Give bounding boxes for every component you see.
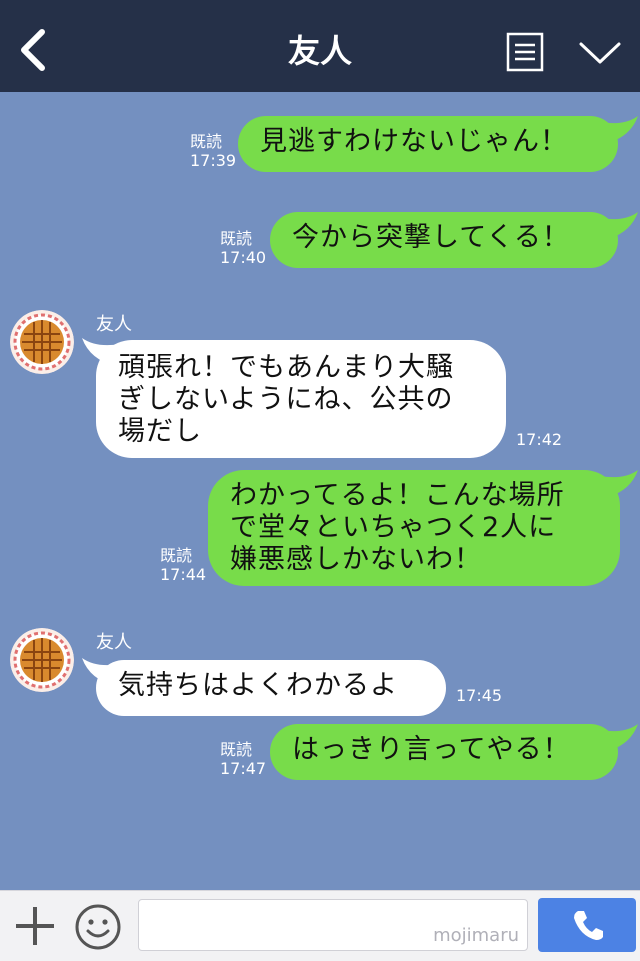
message-bubble[interactable]: はっきり言ってやる！ <box>270 724 618 780</box>
message-bubble[interactable]: 気持ちはよくわかるよ <box>96 660 446 716</box>
read-receipt: 既読 17:39 <box>190 132 237 170</box>
watermark: mojimaru <box>433 925 519 946</box>
message-bubble[interactable]: 今から突撃してくる！ <box>270 212 618 268</box>
list-icon[interactable] <box>506 32 544 72</box>
sender-name: 友人 <box>96 632 132 653</box>
chat-area[interactable]: 既読 17:39 見逃すわけないじゃん！ 既読 17:40 今から突撃してくる！ 友… <box>0 92 640 890</box>
chat-title: 友人 <box>287 32 352 70</box>
avatar[interactable] <box>10 628 74 692</box>
smile-icon[interactable] <box>74 903 122 951</box>
message-bubble[interactable]: 頑張れ！でもあんまり大騒 ぎしないようにね、公共の 場だし <box>96 340 506 458</box>
avatar[interactable] <box>10 310 74 374</box>
message-bubble[interactable]: 見逃すわけないじゃん！ <box>238 116 618 172</box>
plus-icon[interactable] <box>14 905 56 947</box>
message-input-bar: mojimaru <box>0 890 640 961</box>
read-receipt: 既読 17:40 <box>220 229 267 267</box>
message-time: 17:42 <box>516 430 563 449</box>
message-input[interactable]: mojimaru <box>138 899 528 951</box>
message-time: 17:45 <box>456 686 503 705</box>
read-receipt: 既読 17:47 <box>220 740 267 778</box>
read-receipt: 既読 17:44 <box>160 546 207 584</box>
message-bubble[interactable]: わかってるよ！こんな場所 で堂々といちゃつく2人に 嫌悪感しかないわ！ <box>208 470 620 586</box>
call-button[interactable] <box>538 898 636 952</box>
pie-avatar-icon <box>10 310 74 374</box>
pie-avatar-icon <box>10 628 74 692</box>
chevron-left-icon[interactable] <box>16 28 52 72</box>
phone-icon <box>574 911 603 940</box>
chat-header: 友人 <box>0 0 640 92</box>
sender-name: 友人 <box>96 314 132 335</box>
chevron-down-icon[interactable] <box>578 38 622 68</box>
